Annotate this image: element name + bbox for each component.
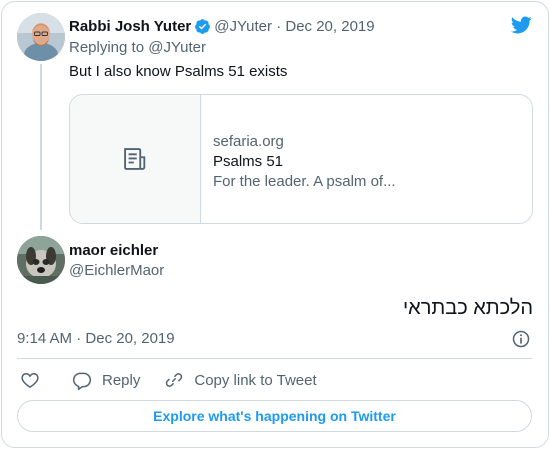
twitter-bird-icon[interactable] (509, 14, 533, 36)
link-title: Psalms 51 (213, 153, 284, 170)
link-preview-card[interactable]: sefaria.org Psalms 51 For the leader. A … (69, 94, 533, 224)
heart-icon (21, 372, 39, 388)
copy-link-label: Copy link to Tweet (194, 371, 317, 389)
avatar-dog-icon (17, 236, 65, 284)
reply-label: Reply (102, 371, 141, 389)
speech-bubble-icon (72, 372, 92, 390)
copy-link-button[interactable]: Copy link to Tweet (164, 370, 317, 390)
info-icon[interactable] (511, 329, 531, 349)
link-body: sefaria.org Psalms 51 For the leader. A … (201, 95, 396, 223)
reply-button[interactable]: Reply (72, 370, 140, 390)
parent-tweet-text: But I also know Psalms 51 exists (69, 63, 288, 80)
author-handle[interactable]: @JYuter (214, 18, 272, 35)
thread-connector-line (40, 64, 42, 230)
separator-dot: · (76, 330, 86, 347)
avatar-portrait-icon (17, 13, 65, 61)
avatar[interactable] (17, 13, 65, 61)
author-name[interactable]: Rabbi Josh Yuter (69, 18, 191, 35)
link-description: For the leader. A psalm of... (213, 173, 396, 190)
tweet-date: Dec 20, 2019 (85, 330, 175, 347)
author-name[interactable]: maor eichler (69, 242, 158, 259)
replying-to-label: Replying to (69, 39, 145, 56)
avatar[interactable] (17, 236, 65, 284)
parent-tweet-header: Rabbi Josh Yuter @JYuter · Dec 20, 2019 (69, 16, 375, 36)
divider (17, 358, 532, 359)
link-thumbnail (70, 95, 201, 223)
tweet-date[interactable]: Dec 20, 2019 (285, 18, 374, 35)
like-button[interactable] (20, 370, 40, 390)
replying-to-handle[interactable]: @JYuter (148, 39, 206, 56)
replying-to-line: Replying to @JYuter (69, 39, 206, 56)
action-bar: Reply Copy link to Tweet (20, 368, 317, 392)
author-handle[interactable]: @EichlerMaor (69, 262, 164, 279)
verified-badge-icon (195, 18, 211, 34)
tweet-time: 9:14 AM (17, 330, 73, 347)
document-icon (124, 148, 146, 170)
tweet-timestamp[interactable]: 9:14 AM · Dec 20, 2019 (17, 330, 175, 347)
explore-twitter-button[interactable]: Explore what's happening on Twitter (17, 400, 532, 432)
link-domain: sefaria.org (213, 133, 284, 150)
link-icon (166, 373, 183, 387)
separator-dot: · (276, 17, 286, 35)
main-tweet-text: הלכתא כבתראי (402, 297, 533, 319)
